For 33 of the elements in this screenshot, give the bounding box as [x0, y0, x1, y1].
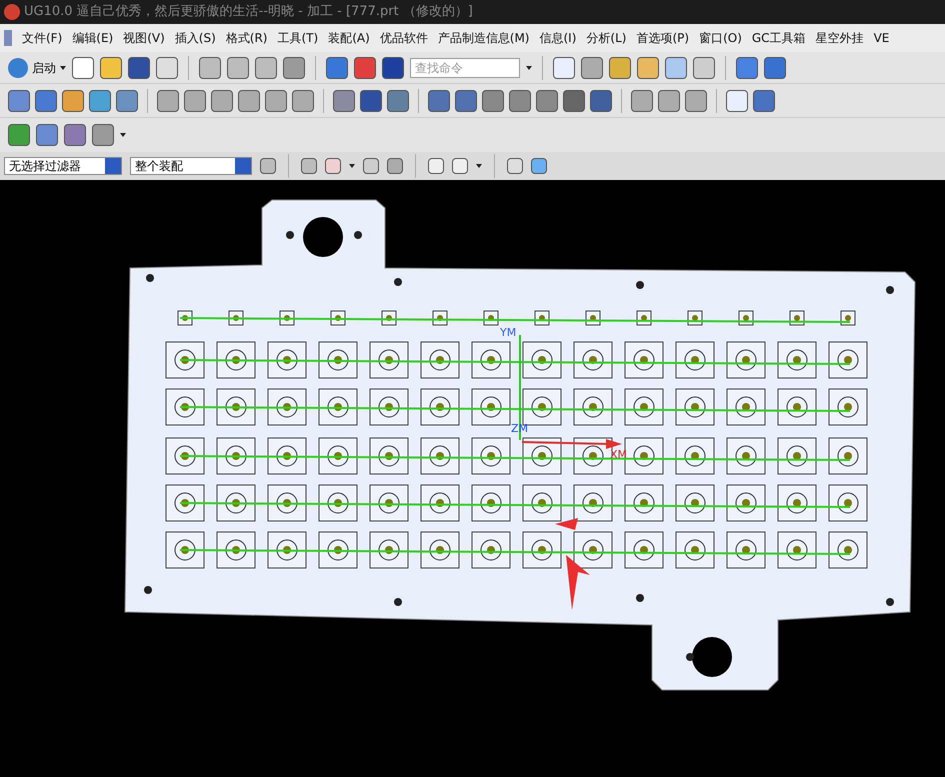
menu-item[interactable]: 视图(V)	[123, 29, 165, 47]
caret-icon[interactable]	[60, 66, 66, 70]
window-title: UG10.0 逼自己优秀，然后更骄傲的生活--明晓 - 加工 - [777.prt （修改的）]	[24, 3, 473, 22]
scope-dropdown[interactable]: 整个装配	[130, 157, 252, 175]
y-axis-icon	[519, 335, 521, 440]
caret-icon[interactable]	[120, 133, 126, 137]
menu-item[interactable]: 信息(I)	[539, 29, 576, 47]
axis-label: YM	[500, 326, 516, 339]
filter-dropdown[interactable]: 无选择过滤器	[4, 157, 122, 175]
menu-item[interactable]: 工具(T)	[277, 29, 318, 47]
menu-item[interactable]: 格式(R)	[226, 29, 268, 47]
dropdown-icon	[235, 158, 251, 174]
x-axis-icon	[522, 439, 622, 449]
start-button[interactable]: 启动	[8, 58, 66, 78]
menu-item[interactable]: VE	[874, 29, 890, 47]
caret-icon[interactable]	[349, 164, 355, 168]
menu-item[interactable]: 优品软件	[380, 29, 428, 47]
menu-item[interactable]: 插入(S)	[174, 29, 216, 47]
menu-item[interactable]: 装配(A)	[328, 29, 370, 47]
arrow-icon	[555, 518, 578, 530]
menu-item[interactable]: GC工具箱	[752, 29, 806, 47]
menu-item[interactable]: 首选项(P)	[636, 29, 690, 47]
caret-icon[interactable]	[476, 164, 482, 168]
menu-item[interactable]: 星空外挂	[816, 29, 864, 47]
menu-item[interactable]: 产品制造信息(M)	[438, 29, 530, 47]
menu-item[interactable]: 文件(F)	[22, 29, 62, 47]
caret-icon[interactable]	[526, 66, 532, 70]
dropdown-icon	[105, 158, 121, 174]
arrow-icon	[566, 555, 590, 610]
search-field[interactable]: 查找命令	[410, 58, 520, 78]
menu-item[interactable]: 编辑(E)	[72, 29, 114, 47]
menu-item[interactable]: 窗口(O)	[699, 29, 742, 47]
menu-item[interactable]: 分析(L)	[586, 29, 626, 47]
